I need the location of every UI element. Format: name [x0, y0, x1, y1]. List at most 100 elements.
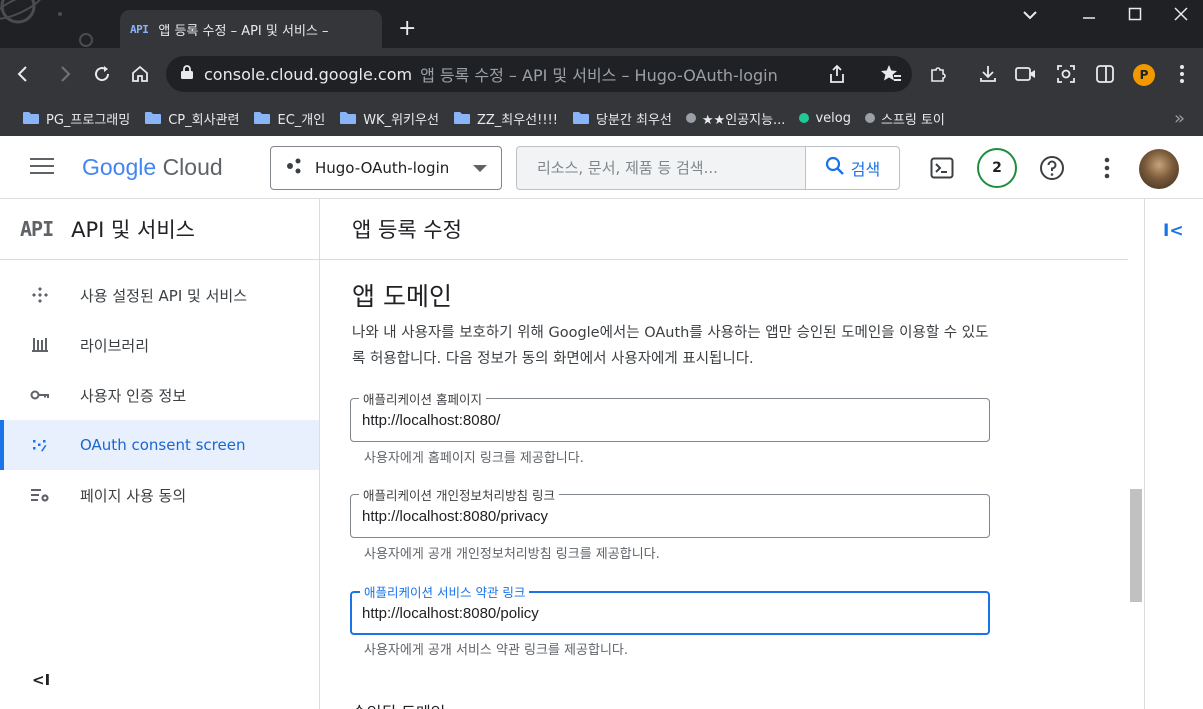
left-navigation: API API 및 서비스 사용 설정된 API 및 서비스라이브러리사용자 인…	[0, 199, 320, 709]
theme-decoration	[0, 0, 112, 48]
share-icon[interactable]	[828, 64, 846, 88]
bookmark-item[interactable]: WK_위키우선	[339, 109, 439, 128]
scrollbar-thumb[interactable]	[1130, 489, 1142, 602]
field-label: 애플리케이션 홈페이지	[359, 389, 486, 408]
library-icon	[30, 335, 50, 355]
sidebar-item-label: 사용자 인증 정보	[80, 386, 187, 405]
help-icon[interactable]	[1038, 154, 1066, 182]
browser-toolbar: console.cloud.google.com 앱 등록 수정 – API 및…	[0, 48, 1203, 100]
bookmark-item[interactable]: velog	[799, 111, 851, 126]
expand-panel-button[interactable]: I<	[1163, 221, 1184, 241]
key-icon	[30, 385, 50, 405]
bookmark-label: PG_프로그래밍	[46, 112, 131, 128]
side-panel-icon[interactable]	[1093, 62, 1117, 86]
homepage-field[interactable]: 애플리케이션 홈페이지	[350, 389, 990, 442]
terms-of-service-field[interactable]: 애플리케이션 서비스 약관 링크	[350, 582, 990, 635]
project-hub-icon	[285, 157, 303, 179]
section-title: 앱 도메인	[352, 282, 452, 311]
bookmark-item[interactable]: CP_회사관련	[144, 109, 239, 128]
bookmark-label: EC_개인	[277, 112, 326, 128]
bookmark-star-icon[interactable]	[880, 64, 902, 88]
search-input[interactable]	[517, 147, 805, 189]
page-title: 앱 등록 수정	[352, 218, 462, 242]
bookmark-item[interactable]: 당분간 최우선	[572, 109, 672, 128]
account-avatar[interactable]	[1139, 149, 1179, 189]
bookmark-label: 스프링 토이	[880, 112, 945, 128]
address-bar[interactable]: console.cloud.google.com 앱 등록 수정 – API 및…	[166, 56, 912, 92]
menu-icon[interactable]	[30, 158, 54, 176]
folder-icon	[253, 111, 271, 125]
sidebar-item[interactable]: 페이지 사용 동의	[0, 470, 319, 520]
notifications-badge[interactable]: 2	[977, 148, 1017, 188]
lock-icon[interactable]	[180, 64, 194, 84]
url-host: console.cloud.google.com	[204, 64, 413, 84]
search-bar[interactable]: 검색	[516, 146, 900, 190]
sidebar-item[interactable]: OAuth consent screen	[0, 420, 319, 470]
api-logo-icon: API	[20, 217, 54, 241]
search-button[interactable]: 검색	[805, 147, 899, 189]
nav-list: 사용 설정된 API 및 서비스라이브러리사용자 인증 정보 OAuth cons…	[0, 260, 319, 520]
folder-icon	[144, 111, 162, 125]
folder-icon	[453, 111, 471, 125]
screenshot-icon[interactable]	[1054, 62, 1078, 86]
privacy-policy-field[interactable]: 애플리케이션 개인정보처리방침 링크	[350, 485, 990, 538]
sidebar-item[interactable]: 사용자 인증 정보	[0, 370, 319, 420]
scrollbar[interactable]	[1128, 199, 1144, 709]
logo-google-text: Google	[82, 154, 157, 180]
dropdown-caret-icon	[473, 164, 487, 172]
folder-icon	[339, 111, 357, 125]
folder-icon	[572, 111, 590, 125]
url-page-title: 앱 등록 수정 – API 및 서비스 – Hugo-OAuth-login	[420, 66, 778, 85]
section-description: 나와 내 사용자를 보호하기 위해 Google에서는 OAuth를 사용하는 …	[352, 325, 989, 367]
active-tab[interactable]: API 앱 등록 수정 – API 및 서비스 –	[120, 10, 382, 48]
sidebar-item-label: 사용 설정된 API 및 서비스	[80, 286, 248, 305]
privacy-policy-input[interactable]	[362, 504, 962, 528]
oauth-icon	[30, 435, 50, 455]
cloud-shell-icon[interactable]	[928, 154, 956, 182]
collapse-nav-button[interactable]: <I	[32, 671, 50, 689]
api-diamond-icon	[30, 285, 50, 305]
new-tab-button[interactable]: +	[398, 18, 416, 40]
dot-icon	[685, 113, 696, 123]
bookmark-item[interactable]: EC_개인	[253, 109, 325, 128]
close-window-icon[interactable]	[1174, 6, 1188, 25]
sidebar-item[interactable]: 사용 설정된 API 및 서비스	[0, 270, 319, 320]
bookmark-item[interactable]: ZZ_최우선!!!!	[453, 109, 558, 128]
maximize-icon[interactable]	[1128, 6, 1142, 25]
back-icon[interactable]	[12, 62, 36, 86]
extensions-icon[interactable]	[926, 62, 950, 86]
google-cloud-logo[interactable]: Google Cloud	[82, 154, 223, 181]
sidebar-item-label: 페이지 사용 동의	[80, 486, 187, 505]
bookmark-label: CP_회사관련	[168, 112, 240, 128]
forward-icon[interactable]	[52, 62, 76, 86]
more-options-icon[interactable]	[1093, 154, 1121, 182]
field-helper: 사용자에게 홈페이지 링크를 제공합니다.	[364, 451, 584, 466]
video-icon[interactable]	[1014, 62, 1038, 86]
sidebar-item-label: OAuth consent screen	[80, 436, 246, 454]
project-selector[interactable]: Hugo-OAuth-login	[270, 146, 502, 190]
dot-icon	[864, 113, 875, 123]
tab-search-chevron-icon[interactable]	[1022, 6, 1038, 25]
more-bookmarks-icon[interactable]: »	[1174, 108, 1185, 129]
authorized-domains-heading: 승인된 도메인	[352, 699, 445, 709]
minimize-icon[interactable]	[1082, 6, 1096, 25]
bookmarks-bar: PG_프로그래밍 CP_회사관련 EC_개인 WK_위키우선 ZZ_최우선!!!! 당분간…	[0, 100, 1203, 136]
logo-cloud-text: Cloud	[162, 154, 223, 180]
profile-avatar[interactable]: P	[1133, 64, 1155, 86]
bookmark-item[interactable]: PG_프로그래밍	[22, 109, 130, 128]
download-icon[interactable]	[976, 62, 1000, 86]
reload-icon[interactable]	[90, 62, 114, 86]
terms-of-service-input[interactable]	[362, 601, 962, 625]
bookmark-item[interactable]: 스프링 토이	[864, 109, 945, 128]
bookmark-label: ★★인공지능...	[701, 112, 786, 128]
homepage-input[interactable]	[362, 408, 962, 432]
folder-icon	[22, 111, 40, 125]
nav-header: API API 및 서비스	[0, 199, 319, 260]
bookmark-label: velog	[815, 110, 851, 126]
chrome-menu-icon[interactable]	[1170, 62, 1194, 86]
bookmark-item[interactable]: ★★인공지능...	[685, 109, 786, 128]
sidebar-item[interactable]: 라이브러리	[0, 320, 319, 370]
settings-list-icon	[30, 485, 50, 505]
home-icon[interactable]	[128, 62, 152, 86]
tab-title: 앱 등록 수정 – API 및 서비스 –	[158, 23, 329, 39]
